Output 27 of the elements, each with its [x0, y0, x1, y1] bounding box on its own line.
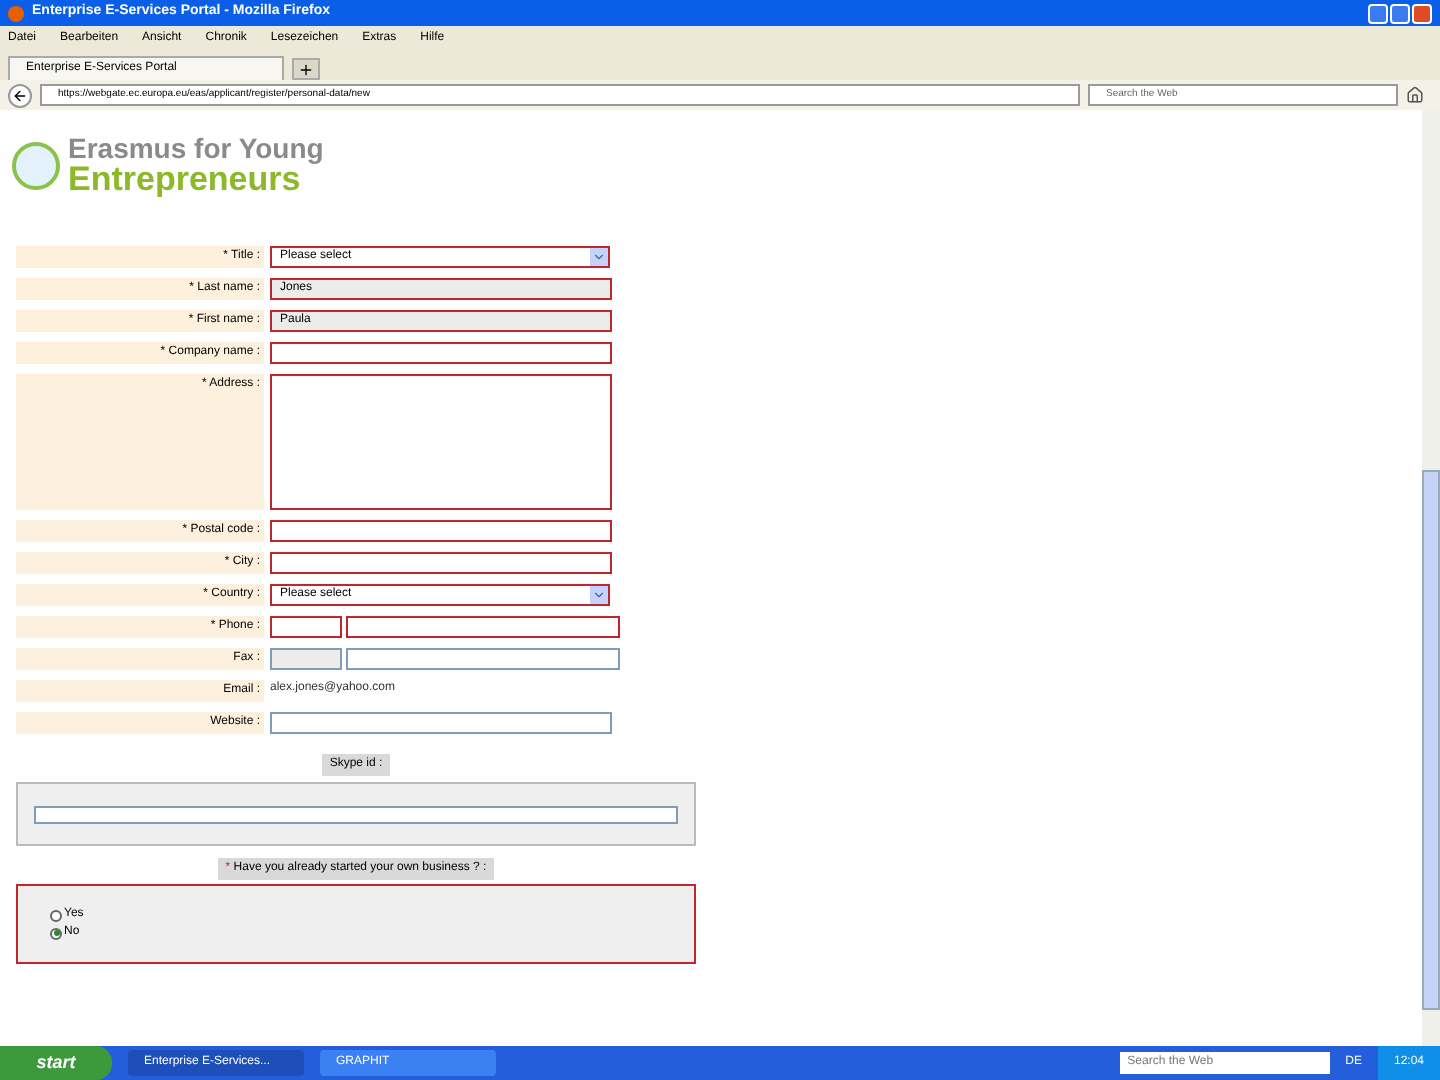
- scrollbar-thumb[interactable]: [1422, 470, 1440, 1010]
- home-icon[interactable]: [1406, 86, 1424, 104]
- logo-text: Erasmus for Young: [68, 134, 324, 162]
- dropdown-icon: [590, 586, 608, 604]
- new-tab-button[interactable]: [292, 58, 320, 80]
- back-arrow-icon: [12, 87, 28, 103]
- start-button[interactable]: start: [0, 1046, 112, 1080]
- phone-prefix-field[interactable]: [270, 616, 342, 638]
- input-field[interactable]: [270, 712, 612, 734]
- dropdown-icon: [590, 248, 608, 266]
- back-button[interactable]: [8, 83, 32, 107]
- maximize-button[interactable]: [1390, 3, 1410, 23]
- browser-icon: [8, 5, 24, 21]
- input-field[interactable]: [270, 342, 612, 364]
- close-button[interactable]: [1412, 3, 1432, 23]
- minimize-button[interactable]: [1368, 3, 1388, 23]
- input-field[interactable]: [270, 520, 612, 542]
- address-textarea[interactable]: [270, 374, 612, 510]
- plus-icon: [298, 61, 314, 77]
- scrollbar[interactable]: [1422, 110, 1440, 1046]
- fax-number-field[interactable]: [346, 648, 620, 670]
- logo-text: Entrepreneurs: [68, 162, 301, 196]
- logo-symbol-icon: [12, 141, 60, 189]
- input-field[interactable]: [270, 552, 612, 574]
- fax-prefix-field[interactable]: [270, 648, 342, 670]
- phone-number-field[interactable]: [346, 616, 620, 638]
- skype-input-field[interactable]: [34, 805, 678, 823]
